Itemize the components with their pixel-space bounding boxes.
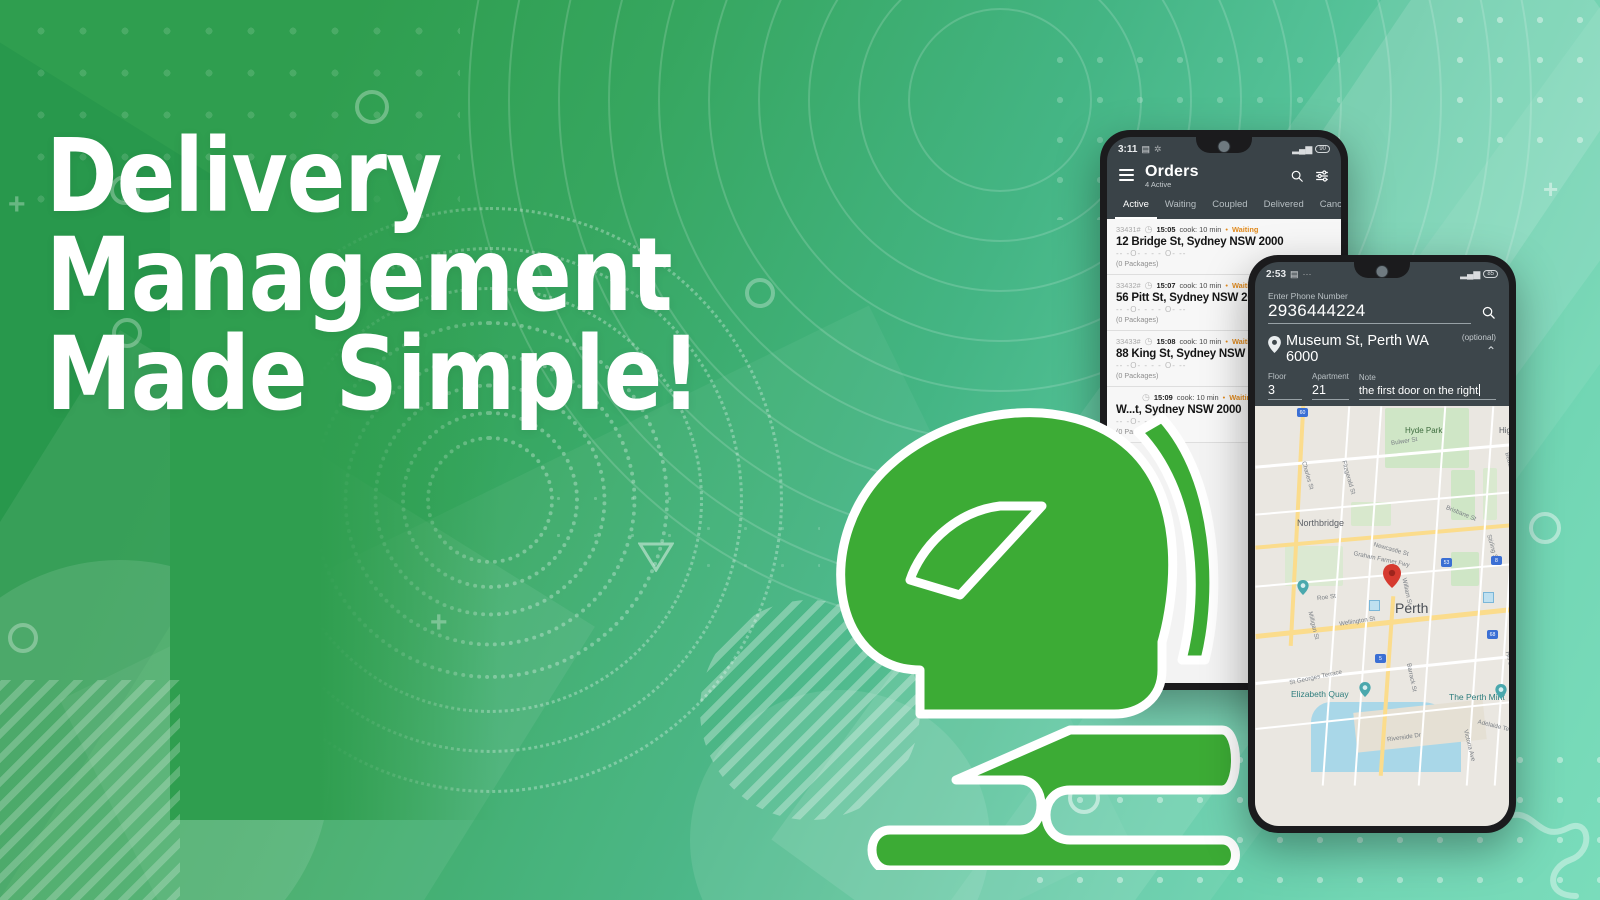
- apartment-input[interactable]: 21: [1312, 383, 1349, 401]
- decorative-plus-b: +: [430, 606, 448, 639]
- promo-banner: + + + Delivery Management Made Simple! 3…: [0, 0, 1600, 900]
- sync-icon: ✲: [1153, 143, 1162, 154]
- filter-icon[interactable]: [1315, 169, 1329, 183]
- map-label: Elizabeth Quay: [1291, 689, 1349, 700]
- route-shield: 8: [1491, 556, 1502, 566]
- route-shield: 60: [1297, 408, 1308, 418]
- map-street: Beaufort St: [1503, 452, 1509, 484]
- phone2-clock: 2:53: [1266, 268, 1287, 280]
- map-poi-icon: [1495, 684, 1507, 700]
- phone-field-label: Enter Phone Number: [1268, 291, 1348, 301]
- map-poi-square-2: [1483, 592, 1494, 604]
- status-dot-icon: •: [1225, 337, 1228, 346]
- order-cook: cook: 10 min: [1179, 337, 1222, 346]
- route-shield: 53: [1441, 558, 1452, 568]
- map-poi-icon: [1359, 682, 1371, 698]
- orders-title: Orders: [1145, 163, 1199, 180]
- status-dot-icon: •: [1225, 225, 1228, 234]
- helmet-logo: [836, 408, 1240, 870]
- phone1-app-bar: Orders 4 Active: [1107, 159, 1341, 189]
- order-time: 15:05: [1156, 225, 1176, 234]
- status-badge: Waiting: [1231, 225, 1259, 234]
- decorative-ring-d: [8, 623, 38, 653]
- decorative-plus-c: +: [1543, 174, 1559, 204]
- phone-mockup-create-delivery: 2:53 ▤ ⋯ ▂▄▆ 85 Enter Phone Number 29364…: [1248, 255, 1516, 833]
- search-icon[interactable]: [1290, 169, 1304, 183]
- phone1-camera: [1217, 140, 1231, 153]
- route-shield: 68: [1487, 630, 1498, 640]
- clock-icon: ◷: [1144, 224, 1153, 234]
- apartment-field[interactable]: Apartment 21: [1312, 372, 1349, 401]
- map-road-1: [1255, 442, 1509, 470]
- phone-number-input[interactable]: 2936444224: [1268, 301, 1471, 324]
- signal-icon: ▂▄▆: [1460, 268, 1481, 279]
- map-marker-icon: [1383, 564, 1401, 589]
- tab-waiting[interactable]: Waiting: [1157, 195, 1204, 219]
- phone1-title-block: Orders 4 Active: [1145, 163, 1199, 189]
- order-id: 33433#: [1116, 337, 1141, 346]
- floor-input[interactable]: 3: [1268, 383, 1302, 401]
- tab-canceled[interactable]: Canceled: [1312, 195, 1341, 219]
- location-pin-icon: [1268, 336, 1281, 353]
- floor-field[interactable]: Floor 3: [1268, 372, 1302, 401]
- battery-icon: 90: [1315, 145, 1330, 153]
- order-cook: cook: 10 min: [1179, 281, 1222, 290]
- delivery-address-input[interactable]: Museum St, Perth WA 6000: [1286, 333, 1458, 365]
- map-label: Highgate: [1499, 426, 1509, 436]
- decorative-triangle: [638, 542, 674, 572]
- decorative-stripes-left: [0, 680, 180, 900]
- tab-delivered[interactable]: Delivered: [1256, 195, 1312, 219]
- more-icon: ⋯: [1302, 268, 1312, 279]
- map-street: Charles St: [1300, 461, 1315, 491]
- map-street: Milligan St: [1306, 611, 1321, 641]
- chevron-up-icon[interactable]: ⌃: [1462, 345, 1496, 357]
- orders-tab-bar[interactable]: Active Waiting Coupled Delivered Cancele…: [1107, 189, 1341, 219]
- optional-label: (optional): [1461, 333, 1496, 342]
- signal-icon: ▂▄▆: [1292, 143, 1313, 154]
- tab-coupled[interactable]: Coupled: [1204, 195, 1255, 219]
- battery-icon: 85: [1483, 270, 1498, 278]
- map-poi-icon: [1297, 580, 1309, 596]
- delivery-form: Enter Phone Number 2936444224 Museum St,…: [1255, 284, 1509, 406]
- clock-icon: ◷: [1144, 336, 1153, 346]
- note-input[interactable]: the first door on the right: [1359, 385, 1478, 397]
- headline-line-1: Delivery Management: [46, 117, 673, 335]
- status-dot-icon: •: [1225, 281, 1228, 290]
- map-label: Hyde Park: [1405, 426, 1443, 436]
- map-label: Northbridge: [1297, 518, 1345, 529]
- order-time: 15:08: [1156, 337, 1176, 346]
- order-address: 12 Bridge St, Sydney NSW 2000: [1116, 236, 1284, 248]
- phone1-clock: 3:11: [1118, 143, 1138, 155]
- decorative-plus-a: +: [8, 188, 26, 221]
- note-label: Note: [1358, 373, 1376, 383]
- phone2-screen: 2:53 ▤ ⋯ ▂▄▆ 85 Enter Phone Number 29364…: [1255, 262, 1509, 826]
- order-id: 33432#: [1116, 281, 1141, 290]
- search-icon[interactable]: [1481, 305, 1496, 320]
- orders-subtitle: 4 Active: [1145, 180, 1172, 189]
- tab-active[interactable]: Active: [1115, 195, 1157, 219]
- map-poi-square: [1369, 600, 1380, 612]
- map-street: Roe St: [1316, 593, 1337, 603]
- hamburger-menu-icon[interactable]: [1119, 169, 1134, 184]
- note-field[interactable]: Note the first door on the right: [1358, 373, 1496, 401]
- map-street: St Georges Terrace: [1288, 668, 1343, 687]
- clock-icon: ◷: [1144, 280, 1153, 290]
- floor-label: Floor: [1268, 372, 1287, 382]
- phone2-camera: [1375, 265, 1389, 278]
- order-time: 15:07: [1156, 281, 1176, 290]
- route-shield: 5: [1375, 654, 1386, 664]
- apartment-label: Apartment: [1312, 372, 1349, 382]
- map-view[interactable]: Hyde Park Northbridge Highgate Perth Eli…: [1255, 406, 1509, 826]
- message-icon: ▤: [1141, 143, 1150, 154]
- text-caret: [1479, 384, 1481, 397]
- message-icon: ▤: [1290, 268, 1299, 279]
- order-id: 33431#: [1116, 225, 1141, 234]
- decorative-ring-f: [1529, 512, 1561, 544]
- order-cook: cook: 10 min: [1179, 225, 1222, 234]
